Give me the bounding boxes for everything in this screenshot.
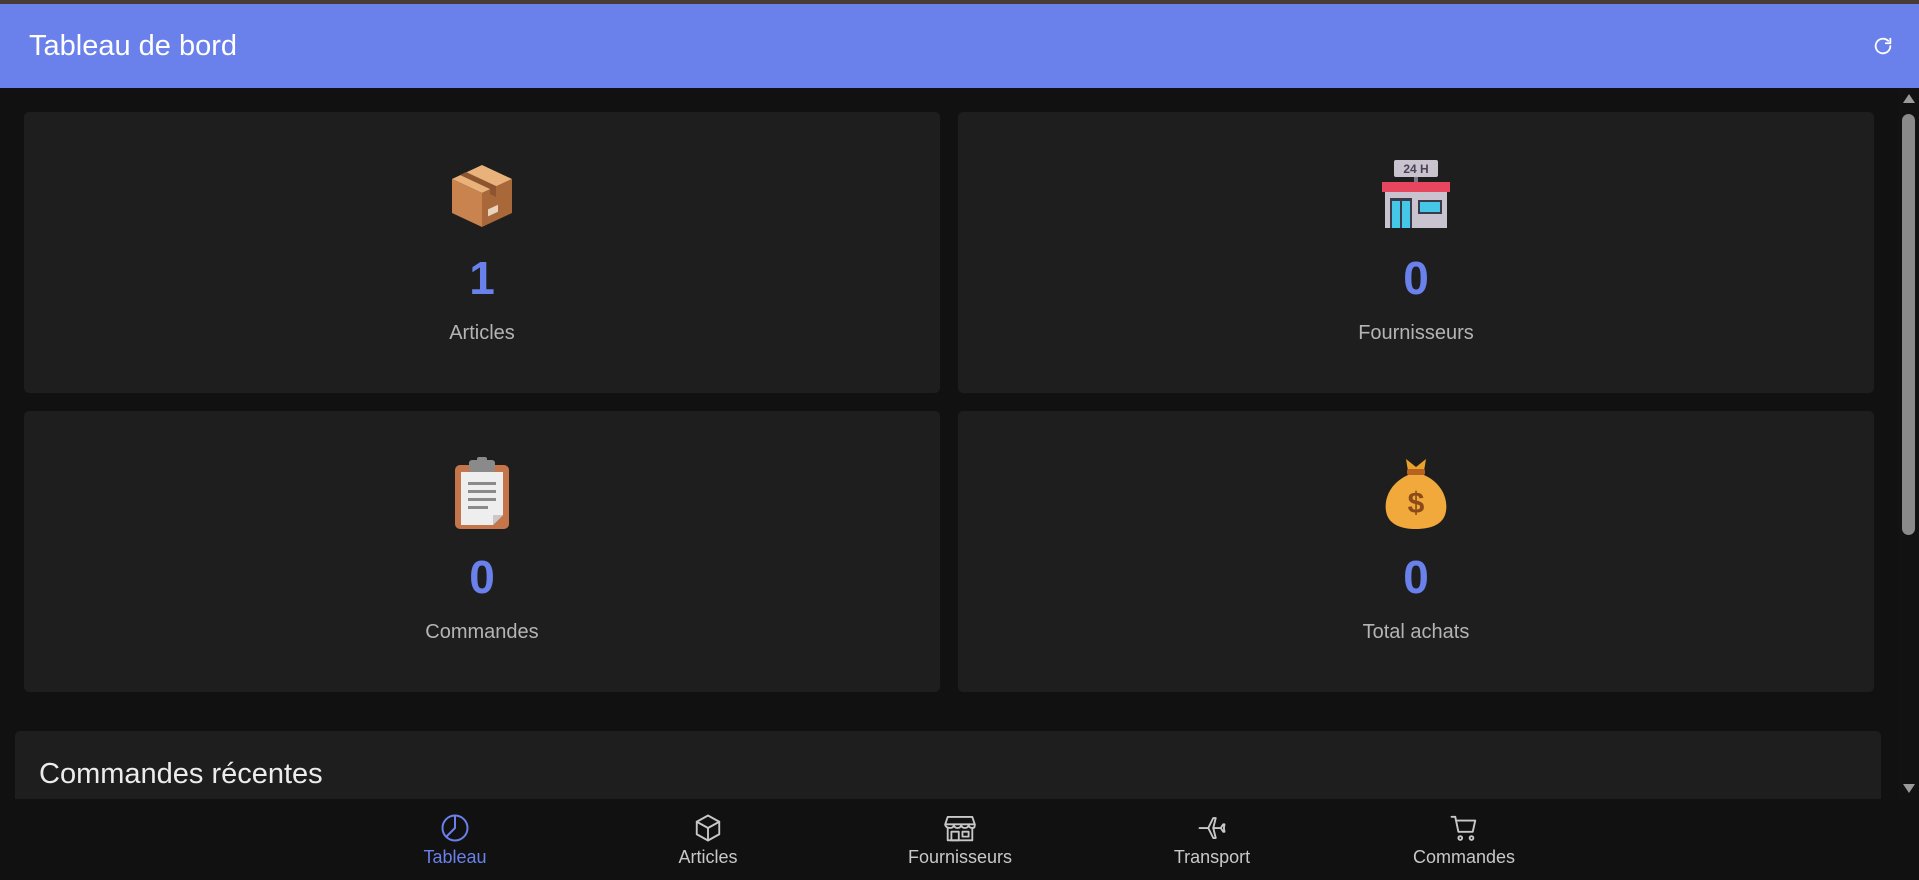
scrollbar-thumb[interactable] bbox=[1902, 114, 1915, 535]
app-header: Tableau de bord bbox=[0, 4, 1919, 88]
box-icon bbox=[692, 812, 724, 844]
stat-label: Commandes bbox=[425, 621, 539, 643]
airplane-icon bbox=[1196, 812, 1228, 844]
stat-value: 0 bbox=[1403, 551, 1429, 603]
store-sign-text: 24 H bbox=[1403, 162, 1428, 176]
vertical-scrollbar[interactable] bbox=[1898, 88, 1919, 799]
nav-label: Tableau bbox=[423, 846, 487, 867]
nav-item-tableau[interactable]: Tableau bbox=[375, 799, 535, 880]
scroll-down-arrow-icon[interactable] bbox=[1903, 784, 1915, 793]
stat-label: Total achats bbox=[1362, 621, 1470, 643]
refresh-button[interactable] bbox=[1867, 30, 1899, 62]
scroll-up-arrow-icon[interactable] bbox=[1903, 94, 1915, 103]
bottom-navigation: Tableau Articles Fournisseurs Transport … bbox=[0, 799, 1919, 880]
stat-value: 0 bbox=[1403, 252, 1429, 304]
stat-card-total-achats[interactable]: $ 0 Total achats bbox=[958, 411, 1874, 692]
money-bag-icon: $ bbox=[1379, 457, 1453, 531]
store-24h-icon: 24 H bbox=[1379, 158, 1453, 232]
shop-icon bbox=[944, 812, 976, 844]
nav-label: Articles bbox=[678, 846, 738, 867]
recent-orders-section: Commandes récentes bbox=[15, 731, 1881, 799]
pie-chart-icon bbox=[439, 812, 471, 844]
stat-label: Articles bbox=[449, 322, 515, 344]
nav-label: Transport bbox=[1173, 846, 1251, 867]
clipboard-icon bbox=[445, 457, 519, 531]
page-title: Tableau de bord bbox=[29, 29, 237, 62]
stat-card-articles[interactable]: 1 Articles bbox=[24, 112, 940, 393]
package-icon bbox=[445, 158, 519, 232]
nav-item-articles[interactable]: Articles bbox=[628, 799, 788, 880]
stat-value: 0 bbox=[469, 551, 495, 603]
svg-text:$: $ bbox=[1408, 487, 1425, 520]
nav-item-commandes[interactable]: Commandes bbox=[1384, 799, 1544, 880]
nav-item-fournisseurs[interactable]: Fournisseurs bbox=[880, 799, 1040, 880]
stat-label: Fournisseurs bbox=[1358, 322, 1474, 344]
dashboard-content: 1 Articles 24 H 0 Fournisseurs 0 Command… bbox=[0, 88, 1898, 799]
nav-label: Commandes bbox=[1412, 846, 1516, 867]
nav-item-transport[interactable]: Transport bbox=[1132, 799, 1292, 880]
stat-value: 1 bbox=[469, 252, 495, 304]
stat-card-fournisseurs[interactable]: 24 H 0 Fournisseurs bbox=[958, 112, 1874, 393]
stat-card-commandes[interactable]: 0 Commandes bbox=[24, 411, 940, 692]
cart-icon bbox=[1448, 812, 1480, 844]
recent-orders-title: Commandes récentes bbox=[39, 758, 323, 790]
refresh-icon bbox=[1874, 37, 1892, 55]
nav-label: Fournisseurs bbox=[907, 846, 1013, 867]
